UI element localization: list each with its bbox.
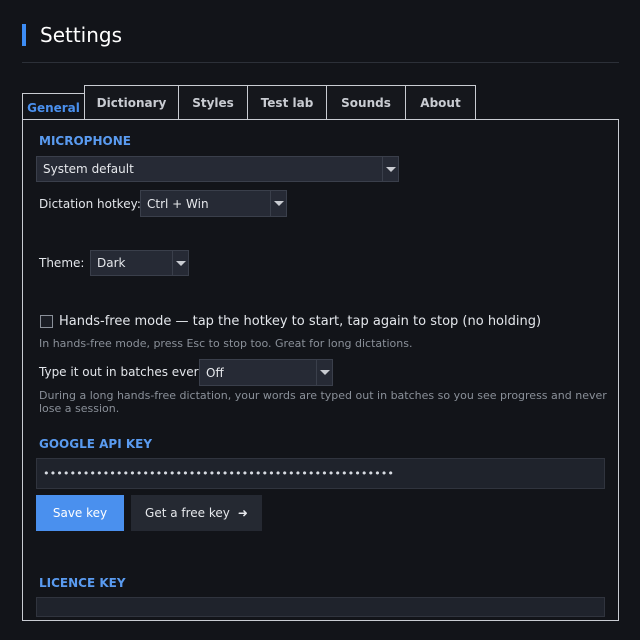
batches-select-value: Off: [206, 365, 224, 380]
tab-styles[interactable]: Styles: [178, 85, 248, 120]
save-key-button[interactable]: Save key: [36, 495, 124, 531]
chevron-down-icon: [270, 191, 286, 216]
chevron-down-icon: [382, 157, 398, 181]
batches-hint: During a long hands-free dictation, your…: [39, 389, 607, 415]
hands-free-label[interactable]: Hands-free mode — tap the hotkey to star…: [59, 314, 541, 329]
batches-select[interactable]: Off: [199, 359, 333, 386]
licence-key-field[interactable]: [36, 597, 605, 617]
save-key-label: Save key: [52, 506, 108, 520]
get-free-key-button[interactable]: Get a free key ➜: [131, 495, 262, 531]
chevron-down-icon: [316, 360, 332, 385]
hotkey-select[interactable]: Ctrl + Win: [140, 190, 287, 217]
hands-free-hint: In hands-free mode, press Esc to stop to…: [39, 337, 413, 350]
theme-label: Theme:: [39, 256, 85, 270]
arrow-right-icon: ➜: [237, 506, 248, 520]
theme-select-value: Dark: [97, 256, 126, 270]
get-free-key-label: Get a free key: [145, 506, 230, 520]
microphone-heading: MICROPHONE: [39, 134, 131, 148]
header-divider: [22, 62, 619, 63]
title-bar: Settings: [22, 22, 122, 48]
title-accent-bar: [22, 24, 26, 46]
google-api-heading: GOOGLE API KEY: [39, 437, 153, 451]
tab-about[interactable]: About: [405, 85, 476, 120]
chevron-down-icon: [172, 251, 188, 275]
google-api-key-field[interactable]: ••••••••••••••••••••••••••••••••••••••••…: [36, 458, 605, 489]
theme-select[interactable]: Dark: [90, 250, 189, 276]
licence-heading: LICENCE KEY: [39, 576, 126, 590]
page-title: Settings: [40, 23, 123, 47]
tab-bar: General Dictionary Styles Test lab Sound…: [22, 84, 476, 121]
batches-label: Type it out in batches every:: [39, 365, 209, 379]
tab-sounds[interactable]: Sounds: [326, 85, 406, 120]
tab-test-lab[interactable]: Test lab: [247, 85, 327, 120]
hotkey-label: Dictation hotkey:: [39, 197, 141, 211]
tab-dictionary[interactable]: Dictionary: [84, 85, 179, 120]
microphone-select[interactable]: System default: [36, 156, 399, 182]
tab-general[interactable]: General: [22, 93, 85, 121]
hotkey-select-value: Ctrl + Win: [147, 196, 209, 211]
general-panel: MICROPHONE System default Dictation hotk…: [22, 119, 619, 621]
hands-free-checkbox[interactable]: [40, 315, 53, 328]
microphone-select-value: System default: [43, 162, 134, 176]
